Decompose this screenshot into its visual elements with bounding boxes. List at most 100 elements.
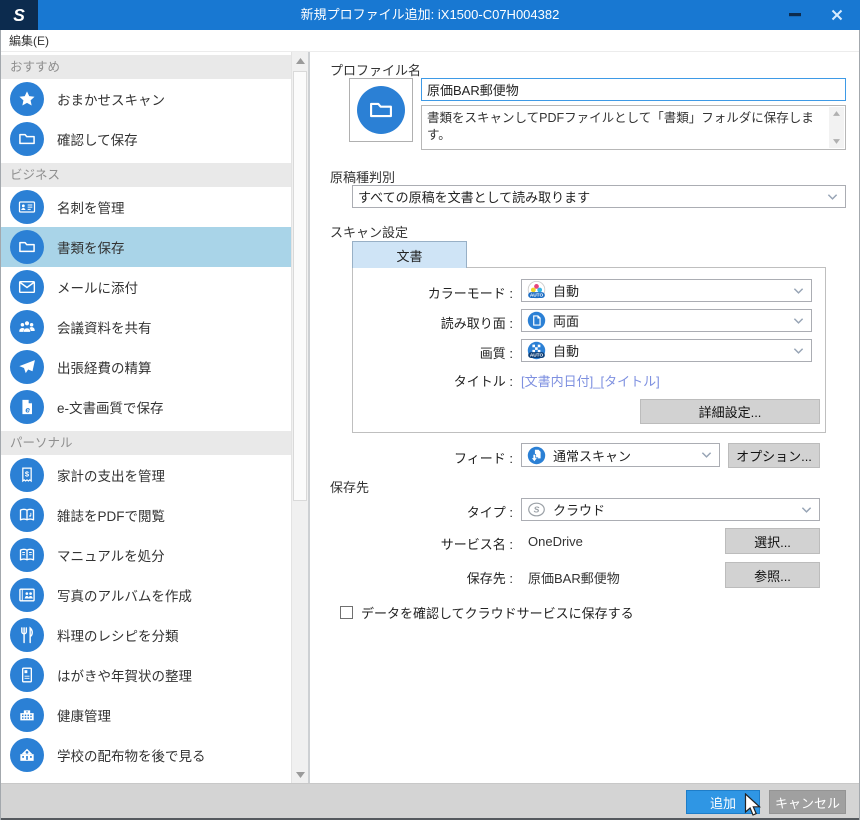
menu-bar: 編集(E) xyxy=(0,30,860,52)
browse-button[interactable]: 参照... xyxy=(725,562,820,588)
svg-text:AUTO: AUTO xyxy=(530,353,544,359)
doc-type-select[interactable]: すべての原稿を文書として読み取ります xyxy=(352,185,846,208)
checkbox-unchecked-icon[interactable] xyxy=(340,606,353,619)
description-scrollbar[interactable] xyxy=(829,107,844,148)
sidebar-item-recipes[interactable]: 料理のレシピを分類 xyxy=(0,615,291,655)
save-type-label: タイプ : xyxy=(466,505,513,520)
folder-icon xyxy=(10,230,44,264)
window-titlebar[interactable]: S 新規プロファイル追加: iX1500-C07H004382 xyxy=(0,0,860,30)
chevron-down-icon xyxy=(793,317,804,325)
sidebar-item-travel-expense[interactable]: 出張経費の精算 xyxy=(0,347,291,387)
color-mode-select[interactable]: AUTO 自動 xyxy=(521,279,812,302)
open-book-icon xyxy=(10,538,44,572)
cancel-button[interactable]: キャンセル xyxy=(769,790,846,814)
feed-select[interactable]: 通常スキャン xyxy=(521,443,720,467)
save-type-select[interactable]: S クラウド xyxy=(521,498,820,521)
profile-description-text: 書類をスキャンしてPDFファイルとして「書類」フォルダに保存します。 xyxy=(427,111,814,142)
minimize-button[interactable] xyxy=(778,0,812,30)
scan-side-select[interactable]: 両面 xyxy=(521,309,812,332)
sidebar-item-household-expense[interactable]: $ 家計の支出を管理 xyxy=(0,455,291,495)
feed-value: 通常スキャン xyxy=(553,448,632,464)
svg-text:AUTO: AUTO xyxy=(530,293,544,299)
profile-description-box[interactable]: 書類をスキャンしてPDFファイルとして「書類」フォルダに保存します。 xyxy=(421,105,846,150)
confirm-upload-checkbox-label: データを確認してクラウドサービスに保存する xyxy=(361,606,634,621)
sidebar-item-save-documents[interactable]: 書類を保存 xyxy=(0,227,291,267)
sidebar-item-label: e-文書画質で保存 xyxy=(57,401,164,416)
people-icon xyxy=(10,310,44,344)
doc-type-value: すべての原稿を文書として読み取ります xyxy=(358,190,591,205)
scansnap-logo: S xyxy=(0,0,38,30)
sidebar-item-magazines-pdf[interactable]: 雑誌をPDFで閲覧 xyxy=(0,495,291,535)
sidebar-item-business-cards[interactable]: 名刺を管理 xyxy=(0,187,291,227)
window-title: 新規プロファイル追加: iX1500-C07H004382 xyxy=(300,7,560,22)
mouse-cursor xyxy=(744,792,762,819)
quality-auto-icon: AUTO xyxy=(527,341,546,360)
sidebar-section-header: ビジネス xyxy=(0,163,291,187)
chevron-down-icon xyxy=(701,451,712,459)
service-name-label: サービス名 : xyxy=(440,537,513,552)
minimize-icon xyxy=(789,13,801,17)
close-button[interactable] xyxy=(820,0,854,30)
scan-side-value: 両面 xyxy=(553,314,580,329)
sidebar-item-health[interactable]: 健康管理 xyxy=(0,695,291,735)
svg-text:$: $ xyxy=(25,469,30,478)
sidebar-item-attach-email[interactable]: メールに添付 xyxy=(0,267,291,307)
save-destination-label: 保存先 xyxy=(330,480,370,495)
sidebar-section-header: おすすめ xyxy=(0,55,291,79)
image-quality-value: 自動 xyxy=(553,344,580,359)
menu-edit[interactable]: 編集(E) xyxy=(0,30,58,52)
title-format-value[interactable]: [文書内日付]_[タイトル] xyxy=(521,371,660,390)
sidebar-item-verify-save[interactable]: 確認して保存 xyxy=(0,119,291,159)
confirm-upload-checkbox-row[interactable]: データを確認してクラウドサービスに保存する xyxy=(340,603,634,622)
tab-document[interactable]: 文書 xyxy=(352,241,467,268)
sidebar-item-edoc-quality-save[interactable]: e e-文書画質で保存 xyxy=(0,387,291,427)
sidebar-item-share-meeting-docs[interactable]: 会議資料を共有 xyxy=(0,307,291,347)
sidebar-item-label: メールに添付 xyxy=(57,281,138,296)
star-icon xyxy=(10,82,44,116)
postcard-icon xyxy=(10,658,44,692)
duplex-icon xyxy=(527,311,546,330)
scrollbar-thumb[interactable] xyxy=(293,71,307,501)
sidebar-item-postcards[interactable]: はがきや年賀状の整理 xyxy=(0,655,291,695)
sidebar-item-label: 雑誌をPDFで閲覧 xyxy=(57,509,165,524)
scroll-up-icon[interactable] xyxy=(292,52,309,69)
select-service-button[interactable]: 選択... xyxy=(725,528,820,554)
sidebar-item-label: 健康管理 xyxy=(57,709,111,724)
profile-template-sidebar: おすすめ おまかせスキャン 確認して保存 ビジネス 名刺を管理 書類を保存 メー… xyxy=(0,52,291,783)
scroll-up-icon[interactable] xyxy=(829,107,844,120)
profile-icon-box[interactable] xyxy=(349,78,413,142)
sidebar-item-school-handouts[interactable]: 学校の配布物を後で見る xyxy=(0,735,291,775)
title-format-label: タイトル : xyxy=(453,374,513,389)
image-quality-label: 画質 : xyxy=(479,346,513,361)
chevron-down-icon xyxy=(793,347,804,355)
school-icon xyxy=(10,738,44,772)
mail-icon xyxy=(10,270,44,304)
sidebar-item-photo-album[interactable]: 写真のアルバムを作成 xyxy=(0,575,291,615)
scroll-down-icon[interactable] xyxy=(292,766,309,783)
profile-name-input[interactable] xyxy=(421,78,846,101)
photo-album-icon xyxy=(10,578,44,612)
sidebar-section-header: パーソナル xyxy=(0,431,291,455)
image-quality-select[interactable]: AUTO 自動 xyxy=(521,339,812,362)
svg-text:S: S xyxy=(13,5,25,25)
detail-settings-button[interactable]: 詳細設定... xyxy=(640,399,820,424)
save-dest-value: 原価BAR郵便物 xyxy=(528,571,620,586)
sidebar-item-label: 名刺を管理 xyxy=(57,201,125,216)
service-name-value: OneDrive xyxy=(528,534,583,549)
options-button[interactable]: オプション... xyxy=(728,443,820,468)
close-icon xyxy=(831,9,843,21)
e-document-icon: e xyxy=(10,390,44,424)
chevron-down-icon xyxy=(801,506,812,514)
sidebar-item-dispose-manuals[interactable]: マニュアルを処分 xyxy=(0,535,291,575)
save-type-value: クラウド xyxy=(553,503,606,518)
sidebar-item-label: 確認して保存 xyxy=(57,133,138,148)
color-mode-value: 自動 xyxy=(553,284,580,299)
scroll-down-icon[interactable] xyxy=(829,135,844,148)
sidebar-item-label: マニュアルを処分 xyxy=(57,549,165,564)
sidebar-item-label: はがきや年賀状の整理 xyxy=(57,669,192,684)
sidebar-item-auto-scan[interactable]: おまかせスキャン xyxy=(0,79,291,119)
svg-text:e: e xyxy=(25,404,30,414)
sidebar-scrollbar[interactable] xyxy=(291,52,308,783)
sidebar-item-label: 写真のアルバムを作成 xyxy=(57,589,192,604)
sidebar-item-label: 出張経費の精算 xyxy=(57,361,152,376)
